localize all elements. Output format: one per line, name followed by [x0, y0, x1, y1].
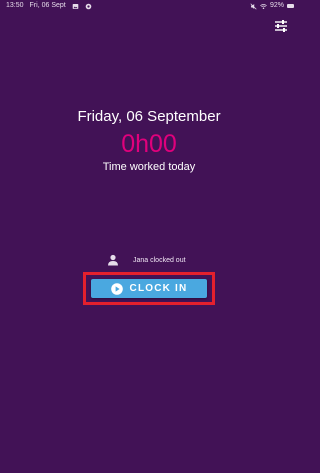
- battery-percentage: 92%: [269, 2, 284, 9]
- clock-in-button[interactable]: CLOCK IN: [91, 279, 207, 298]
- status-time: 13:50: [6, 2, 24, 9]
- mute-icon: [250, 2, 257, 10]
- clock-status-row: Jana clocked out: [107, 253, 186, 267]
- status-bar: 13:50 Fri, 06 Sept 92%: [0, 0, 298, 12]
- time-worked-label: Time worked today: [102, 161, 196, 173]
- time-worked-counter: 0h00: [121, 130, 177, 158]
- sliders-icon[interactable]: [271, 17, 291, 35]
- image-notification-icon: [72, 3, 79, 10]
- battery-icon: [287, 4, 294, 8]
- clock-status-text: Jana clocked out: [133, 256, 186, 264]
- clock-in-label: CLOCK IN: [129, 283, 188, 294]
- status-bar-right: 92%: [250, 0, 294, 12]
- status-date: Fri, 06 Sept: [29, 2, 66, 9]
- current-date: Friday, 06 September: [77, 108, 221, 125]
- person-icon: [107, 254, 119, 266]
- play-icon: [110, 282, 123, 295]
- status-bar-left: 13:50 Fri, 06 Sept: [6, 0, 92, 12]
- wifi-icon: [260, 3, 267, 10]
- sync-notification-icon: [85, 3, 92, 10]
- app-screen: 13:50 Fri, 06 Sept 92% Friday, 06 Septem…: [0, 0, 298, 473]
